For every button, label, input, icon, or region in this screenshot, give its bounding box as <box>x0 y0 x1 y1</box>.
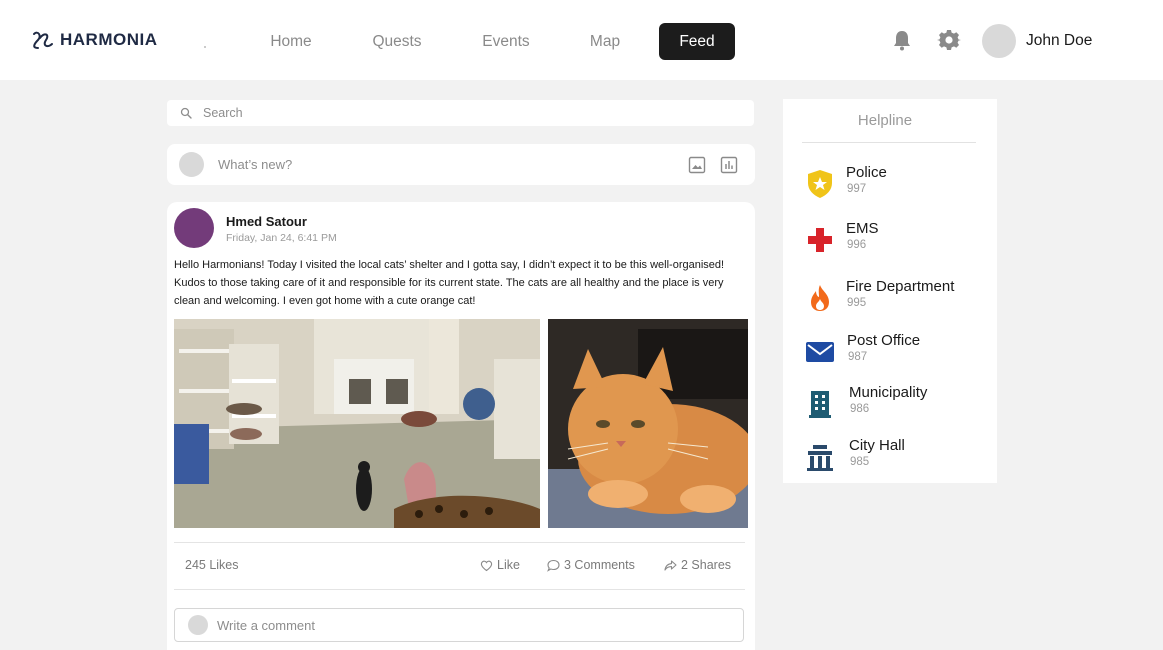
nav-events[interactable]: Events <box>478 23 534 60</box>
share-button[interactable]: 2 Shares <box>664 558 731 572</box>
post-photo-orange-cat[interactable] <box>548 319 748 528</box>
post-photo-shelter[interactable] <box>174 319 540 528</box>
feed-post: Hmed Satour Friday, Jan 24, 6:41 PM Hell… <box>167 202 755 650</box>
poll-icon[interactable] <box>720 156 738 174</box>
helpline-name: City Hall <box>849 437 905 454</box>
nav-map[interactable]: Map <box>586 23 624 60</box>
helpline-number: 997 <box>847 183 867 195</box>
composer-input[interactable]: What’s new? <box>218 157 292 172</box>
bell-icon[interactable] <box>890 28 914 52</box>
harmonia-logo-icon <box>33 31 53 49</box>
helpline-name: Police <box>846 164 887 181</box>
post-timestamp: Friday, Jan 24, 6:41 PM <box>226 232 337 244</box>
helpline-number: 995 <box>847 297 867 309</box>
helpline-number: 986 <box>850 403 870 415</box>
comments-button[interactable]: 3 Comments <box>547 558 635 572</box>
orange-cat-illustration <box>548 319 748 528</box>
share-icon <box>664 559 677 571</box>
helpline-name: EMS <box>846 220 879 237</box>
heart-icon <box>480 560 493 571</box>
nav-quests[interactable]: Quests <box>368 23 426 60</box>
top-bar: HARMONIA Home Quests Events Map Feed Joh… <box>0 0 1163 80</box>
building-icon <box>809 391 831 418</box>
like-button[interactable]: Like <box>480 558 520 572</box>
mail-icon <box>806 342 834 362</box>
helpline-title: Helpline <box>857 112 913 129</box>
helpline-number: 985 <box>850 456 870 468</box>
search-bar <box>167 100 754 126</box>
shelter-illustration <box>174 319 540 528</box>
medical-cross-icon <box>808 228 832 252</box>
helpline-item-city-hall[interactable]: City Hall 985 <box>783 437 997 477</box>
search-icon <box>180 107 192 119</box>
city-hall-icon <box>807 445 833 471</box>
nav-feed[interactable]: Feed <box>659 23 735 60</box>
composer-avatar <box>179 152 204 177</box>
user-name[interactable]: John Doe <box>1026 32 1092 50</box>
user-avatar[interactable] <box>982 24 1016 58</box>
post-divider-top <box>174 542 745 543</box>
post-composer: What’s new? <box>167 144 755 185</box>
decorative-dot <box>204 46 206 48</box>
comment-box <box>174 608 744 642</box>
post-divider-bottom <box>174 589 745 590</box>
comment-avatar <box>188 615 208 635</box>
like-label: Like <box>497 558 520 572</box>
helpline-item-ems[interactable]: EMS 996 <box>783 220 997 260</box>
app-logo[interactable]: HARMONIA <box>30 28 158 52</box>
likes-count: 245 Likes <box>185 558 239 572</box>
helpline-number: 996 <box>847 239 867 251</box>
helpline-divider <box>802 142 976 143</box>
helpline-panel: Helpline Police 997 EMS 996 Fire Departm… <box>783 99 997 483</box>
helpline-item-fire-department[interactable]: Fire Department 995 <box>783 278 997 318</box>
post-author-name[interactable]: Hmed Satour <box>226 214 307 229</box>
helpline-item-municipality[interactable]: Municipality 986 <box>783 384 997 424</box>
police-shield-icon <box>808 170 832 198</box>
shares-label: 2 Shares <box>681 558 732 572</box>
helpline-name: Fire Department <box>846 278 955 295</box>
gear-icon[interactable] <box>937 28 961 52</box>
comments-label: 3 Comments <box>564 558 635 572</box>
comment-icon <box>547 559 560 572</box>
image-icon[interactable] <box>688 156 706 174</box>
helpline-item-post-office[interactable]: Post Office 987 <box>783 332 997 372</box>
comment-input[interactable] <box>217 609 732 641</box>
post-author-avatar[interactable] <box>174 208 214 248</box>
helpline-number: 987 <box>848 351 868 363</box>
post-body: Hello Harmonians! Today I visited the lo… <box>174 259 725 307</box>
logo-text: HARMONIA <box>60 30 158 49</box>
helpline-name: Municipality <box>849 384 928 401</box>
helpline-item-police[interactable]: Police 997 <box>783 164 997 204</box>
search-input[interactable] <box>203 100 723 126</box>
fire-icon <box>811 285 829 311</box>
helpline-name: Post Office <box>847 332 921 349</box>
nav-home[interactable]: Home <box>266 23 316 60</box>
